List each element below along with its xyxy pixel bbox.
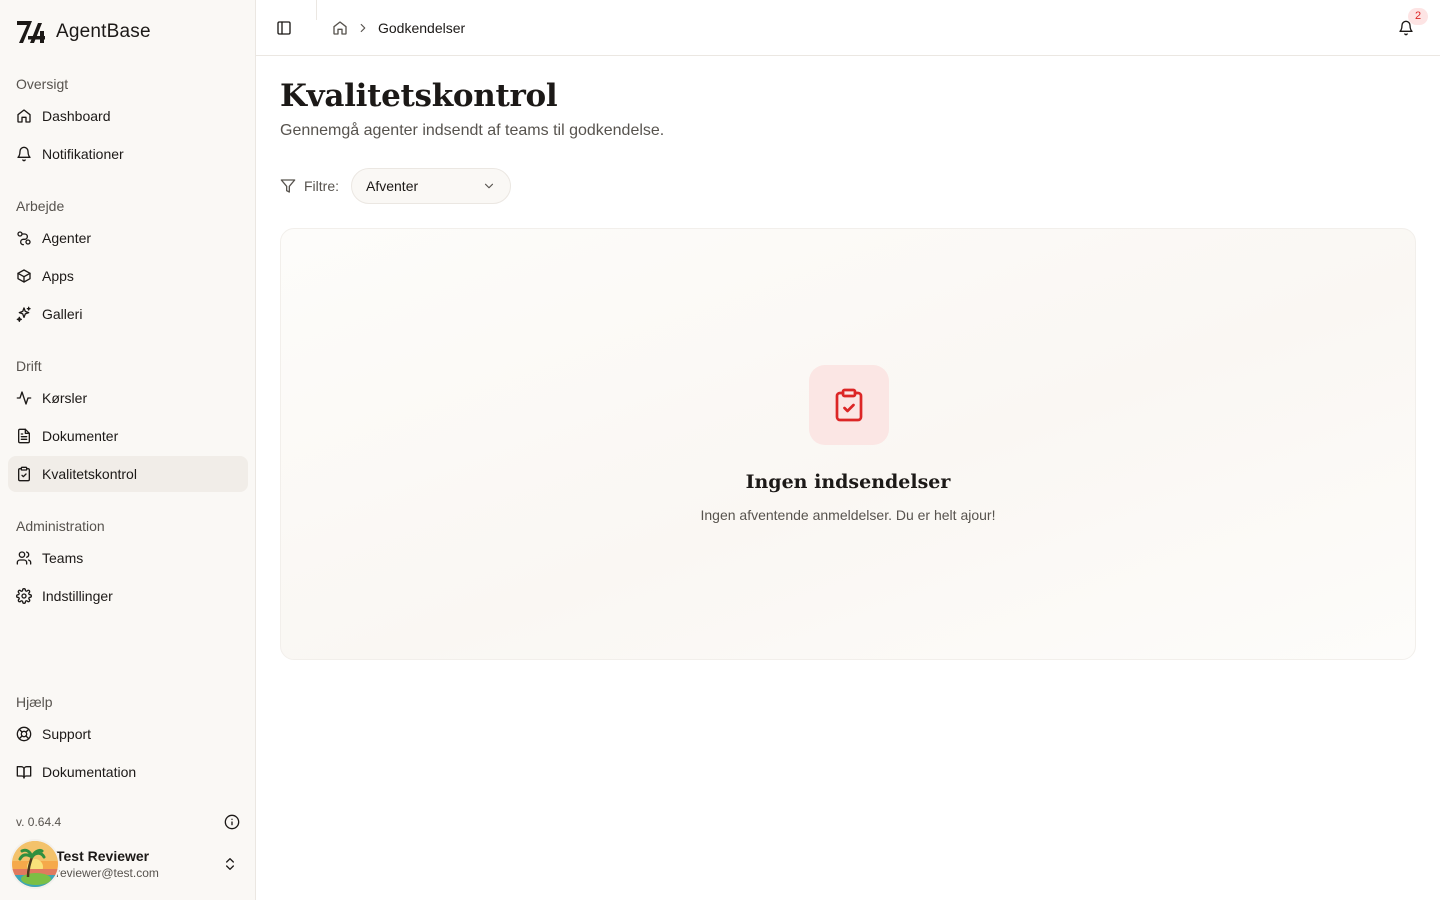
sidebar-item-dashboard[interactable]: Dashboard — [8, 98, 248, 134]
sidebar-item-agenter[interactable]: Agenter — [8, 220, 248, 256]
sidebar-item-label: Agenter — [42, 230, 92, 246]
divider — [316, 0, 317, 20]
sidebar-item-label: Dokumenter — [42, 428, 119, 444]
info-icon[interactable] — [224, 814, 240, 830]
sidebar-item-dokumenter[interactable]: Dokumenter — [8, 418, 248, 454]
sidebar-item-teams[interactable]: Teams — [8, 540, 248, 576]
bell-icon — [17, 146, 31, 162]
user-email: reviewer@test.com — [56, 866, 159, 880]
life-buoy-icon — [16, 726, 32, 742]
gear-icon — [16, 588, 32, 604]
user-text: Test Reviewer reviewer@test.com — [56, 847, 159, 881]
filter-select-value: Afventer — [366, 178, 419, 194]
page-title: Kvalitetskontrol — [280, 78, 558, 114]
user-name: Test Reviewer — [56, 848, 150, 864]
nav-heading: Hjælp — [16, 694, 53, 710]
clipboard-check-icon — [835, 388, 863, 422]
sidebar: AgentBase Oversigt Dashboard Notifikatio… — [0, 0, 256, 900]
empty-state-card: Ingen indsendelser Ingen afventende anme… — [280, 228, 1416, 660]
agentbase-logo-icon — [16, 18, 48, 46]
chevron-right-icon — [360, 23, 366, 33]
panel-left-icon — [277, 21, 291, 35]
sidebar-item-apps[interactable]: Apps — [8, 258, 248, 294]
home-icon — [17, 109, 31, 123]
sidebar-item-label: Kvalitetskontrol — [42, 466, 137, 482]
sidebar-item-galleri[interactable]: Galleri — [8, 296, 248, 332]
sidebar-item-indstillinger[interactable]: Indstillinger — [8, 578, 248, 614]
breadcrumb-current: Godkendelser — [378, 20, 466, 36]
empty-state-icon-box — [809, 365, 889, 445]
sidebar-item-label: Dokumentation — [42, 764, 137, 780]
sidebar-item-label: Dashboard — [42, 108, 111, 124]
status-filter-select[interactable]: Afventer — [351, 168, 511, 204]
version-row: v. 0.64.4 — [16, 812, 240, 832]
sidebar-item-label: Indstillinger — [42, 588, 113, 604]
box-icon — [17, 269, 31, 283]
filter-row: Filtre: Afventer — [280, 168, 511, 204]
sidebar-item-korsler[interactable]: Kørsler — [8, 380, 248, 416]
nav-heading: Arbejde — [16, 198, 65, 214]
topbar: Godkendelser 2 — [256, 0, 1440, 56]
main-content: Kvalitetskontrol Gennemgå agenter indsen… — [256, 56, 1440, 900]
brand[interactable]: AgentBase — [16, 18, 151, 46]
filter-label: Filtre: — [304, 178, 339, 194]
sidebar-item-support[interactable]: Support — [8, 716, 248, 752]
sparkles-icon — [16, 306, 31, 322]
nav-section-hjaelp: Hjælp Support Dokumentation — [8, 690, 248, 790]
empty-state-description: Ingen afventende anmeldelser. Du er helt… — [700, 507, 996, 523]
sidebar-item-kvalitetskontrol[interactable]: Kvalitetskontrol — [8, 456, 248, 492]
activity-icon — [16, 391, 32, 405]
sidebar-item-label: Teams — [42, 550, 84, 566]
nav-heading: Drift — [16, 358, 42, 374]
nav-section-oversigt: Oversigt Dashboard Notifikationer — [8, 72, 248, 172]
nav-heading: Administration — [16, 518, 105, 534]
users-icon — [16, 551, 32, 565]
nav-heading: Oversigt — [16, 76, 69, 92]
brand-name: AgentBase — [56, 21, 151, 42]
chevrons-up-down-icon — [226, 858, 234, 870]
sidebar-item-label: Apps — [42, 268, 74, 284]
chevron-down-icon — [484, 183, 494, 189]
route-icon — [17, 231, 31, 246]
file-text-icon — [18, 428, 30, 444]
nav-section-drift: Drift Kørsler Dokumenter Kvalitetskontro… — [8, 354, 248, 492]
empty-state-title: Ingen indsendelser — [745, 471, 951, 493]
avatar — [12, 841, 58, 887]
filter-icon — [280, 179, 296, 193]
notification-badge: 2 — [1408, 8, 1428, 25]
version-text: v. 0.64.4 — [16, 815, 62, 829]
nav-section-arbejde: Arbejde Agenter Apps Galleri — [8, 194, 248, 332]
sidebar-item-label: Support — [42, 726, 92, 742]
sidebar-item-dokumentation[interactable]: Dokumentation — [8, 754, 248, 790]
sidebar-item-notifikationer[interactable]: Notifikationer — [8, 136, 248, 172]
book-open-icon — [16, 766, 32, 779]
sidebar-item-label: Notifikationer — [42, 146, 124, 162]
page-subtitle: Gennemgå agenter indsendt af teams til g… — [280, 122, 665, 139]
breadcrumb: Godkendelser — [332, 17, 465, 39]
clipboard-check-icon — [18, 466, 30, 482]
sidebar-item-label: Galleri — [42, 306, 83, 322]
sidebar-item-label: Kørsler — [42, 390, 88, 406]
sidebar-toggle-button[interactable] — [274, 18, 294, 38]
home-icon[interactable] — [332, 20, 348, 36]
nav-section-administration: Administration Teams Indstillinger — [8, 514, 248, 614]
user-menu[interactable]: Test Reviewer reviewer@test.com — [12, 840, 244, 888]
